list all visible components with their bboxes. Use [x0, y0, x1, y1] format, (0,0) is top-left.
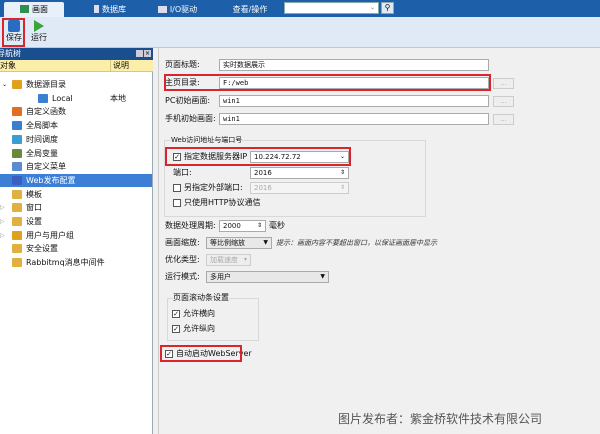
- http-only-label: 只使用HTTP协议通信: [184, 198, 261, 207]
- collapse-icon[interactable]: ▷: [0, 201, 5, 214]
- scroll-v-checkbox[interactable]: ✓: [172, 325, 180, 333]
- toolbar: 保存 运行: [0, 17, 600, 48]
- tree-item[interactable]: 窗口 ▷: [0, 201, 152, 214]
- tree-item-icon: [12, 189, 22, 199]
- tree-item-icon: [12, 134, 22, 144]
- dropdown-icon: ▼: [263, 239, 268, 246]
- close-icon[interactable]: ×: [144, 50, 151, 57]
- navigation-panel: 导航树 × 对象 说明 数据源目录 ⌄ Local 本地 自定义函数 全局脚本 时间调度 全局…: [0, 48, 153, 434]
- tree-item-icon: [12, 217, 22, 226]
- highlight-box: [160, 345, 242, 362]
- tree-item[interactable]: 安全设置: [0, 242, 152, 255]
- pc-screen-label: PC初始画面:: [165, 96, 211, 105]
- ext-port-checkbox[interactable]: [173, 184, 181, 192]
- tree-item-icon: [12, 107, 22, 117]
- spinner-icon[interactable]: ⇕: [340, 183, 345, 193]
- scale-hint: 提示：画面内容不要超出窗口，以保证画面居中显示: [276, 239, 437, 247]
- tree-item-icon: [12, 162, 22, 172]
- tree-item[interactable]: 设置 ▷: [0, 215, 152, 228]
- web-config-panel: 页面标题: 实时数据展示 主页目录: F:/web... PC初始画面: win1... 手…: [158, 48, 600, 434]
- page-title-input[interactable]: 实时数据展示: [219, 59, 489, 71]
- tree-item[interactable]: 全局变量: [0, 147, 152, 160]
- spinner-icon[interactable]: ⇕: [257, 221, 262, 231]
- expand-icon[interactable]: ⌄: [2, 78, 7, 91]
- port-label: 端口:: [173, 168, 192, 177]
- highlight-box: [164, 74, 491, 91]
- page-title-label: 页面标题:: [165, 60, 200, 69]
- tree-item[interactable]: 自定义函数: [0, 105, 152, 118]
- search-icon: ⚲: [384, 3, 391, 12]
- tree-item-icon: [12, 148, 22, 158]
- tree-item[interactable]: 模板: [0, 188, 152, 201]
- highlight-box: [165, 147, 351, 166]
- tree-item-icon: [12, 80, 22, 89]
- play-icon: [34, 20, 44, 32]
- mode-label: 运行模式:: [165, 272, 200, 281]
- scale-select[interactable]: 等比例缩放 ▼: [206, 237, 272, 249]
- tree-item[interactable]: 时间调度: [0, 133, 152, 146]
- nav-header: 导航树 ×: [0, 48, 153, 60]
- opt-label: 优化类型:: [165, 255, 200, 264]
- opt-select[interactable]: 加载速度 ▾: [206, 254, 251, 266]
- scroll-h-checkbox[interactable]: ✓: [172, 310, 180, 318]
- mobile-screen-label: 手机初始画面:: [165, 114, 216, 123]
- tree-item-icon: [12, 230, 22, 240]
- dropdown-icon: ▼: [320, 273, 325, 280]
- cycle-label: 数据处理周期:: [165, 221, 216, 230]
- scale-label: 画面缩放:: [165, 238, 200, 247]
- tree-item-icon: [12, 175, 22, 185]
- tab-io-driver[interactable]: I/O驱动: [150, 2, 205, 17]
- ext-port-spinner[interactable]: 2016 ⇕: [250, 182, 349, 194]
- scroll-v-label: 允许纵向: [183, 324, 215, 333]
- mobile-browse-button[interactable]: ...: [493, 114, 514, 125]
- pin-icon[interactable]: [136, 50, 143, 57]
- scroll-group-title: 页面滚动条设置: [173, 292, 229, 304]
- tab-canvas[interactable]: 画面: [4, 2, 64, 17]
- tree-item-icon: [12, 244, 22, 254]
- tree-item[interactable]: 数据源目录 ⌄: [0, 78, 152, 91]
- search-button[interactable]: ⚲: [381, 2, 394, 14]
- ext-port-label: 另指定外部端口:: [184, 183, 243, 192]
- tab-view-operate[interactable]: 查看/操作: [220, 2, 280, 17]
- cycle-unit: 毫秒: [269, 221, 285, 230]
- main-tab-bar: 画面 数据库 I/O驱动 查看/操作 ⌄ ⚲: [0, 0, 600, 17]
- spinner-icon[interactable]: ⇕: [340, 168, 345, 178]
- collapse-icon[interactable]: ▷: [0, 229, 5, 242]
- database-icon: [94, 5, 99, 13]
- cycle-spinner[interactable]: 2000 ⇕: [219, 220, 266, 232]
- home-dir-browse-button[interactable]: ...: [493, 78, 514, 89]
- tab-database[interactable]: 数据库: [80, 2, 140, 17]
- mode-select[interactable]: 多用户 ▼: [206, 271, 329, 283]
- canvas-icon: [20, 5, 29, 13]
- tree-item[interactable]: 全局脚本: [0, 119, 152, 132]
- scroll-h-label: 允许横向: [183, 309, 215, 318]
- http-only-checkbox[interactable]: [173, 199, 181, 207]
- chevron-down-icon[interactable]: ⌄: [370, 4, 375, 11]
- tree-item-icon: [38, 93, 48, 103]
- io-icon: [157, 6, 167, 13]
- dropdown-icon: ▾: [243, 256, 247, 263]
- tree-item[interactable]: Rabbitmq消息中间件: [0, 256, 152, 269]
- highlight-box: [2, 18, 25, 47]
- tree-item-icon: [12, 121, 22, 131]
- tree-item[interactable]: 自定义菜单: [0, 160, 152, 173]
- tree-item[interactable]: Web发布配置: [0, 173, 152, 187]
- collapse-icon[interactable]: ▷: [0, 215, 5, 228]
- search-input[interactable]: ⌄: [284, 2, 379, 14]
- tree-item[interactable]: Local 本地: [0, 92, 152, 105]
- watermark: 图片发布者：紫金桥软件技术有限公司: [338, 412, 543, 426]
- port-spinner[interactable]: 2016 ⇕: [250, 167, 349, 179]
- pc-browse-button[interactable]: ...: [493, 96, 514, 107]
- web-group-title: Web访问地址与端口号: [171, 134, 243, 146]
- nav-column-header: 对象 说明: [0, 60, 153, 72]
- tree-item-icon: [12, 203, 22, 213]
- tree-item-icon: [12, 258, 22, 268]
- mobile-screen-input[interactable]: win1: [219, 113, 489, 125]
- pc-screen-input[interactable]: win1: [219, 95, 489, 107]
- tree-item[interactable]: 用户与用户组 ▷: [0, 229, 152, 242]
- run-button[interactable]: 运行: [28, 20, 50, 48]
